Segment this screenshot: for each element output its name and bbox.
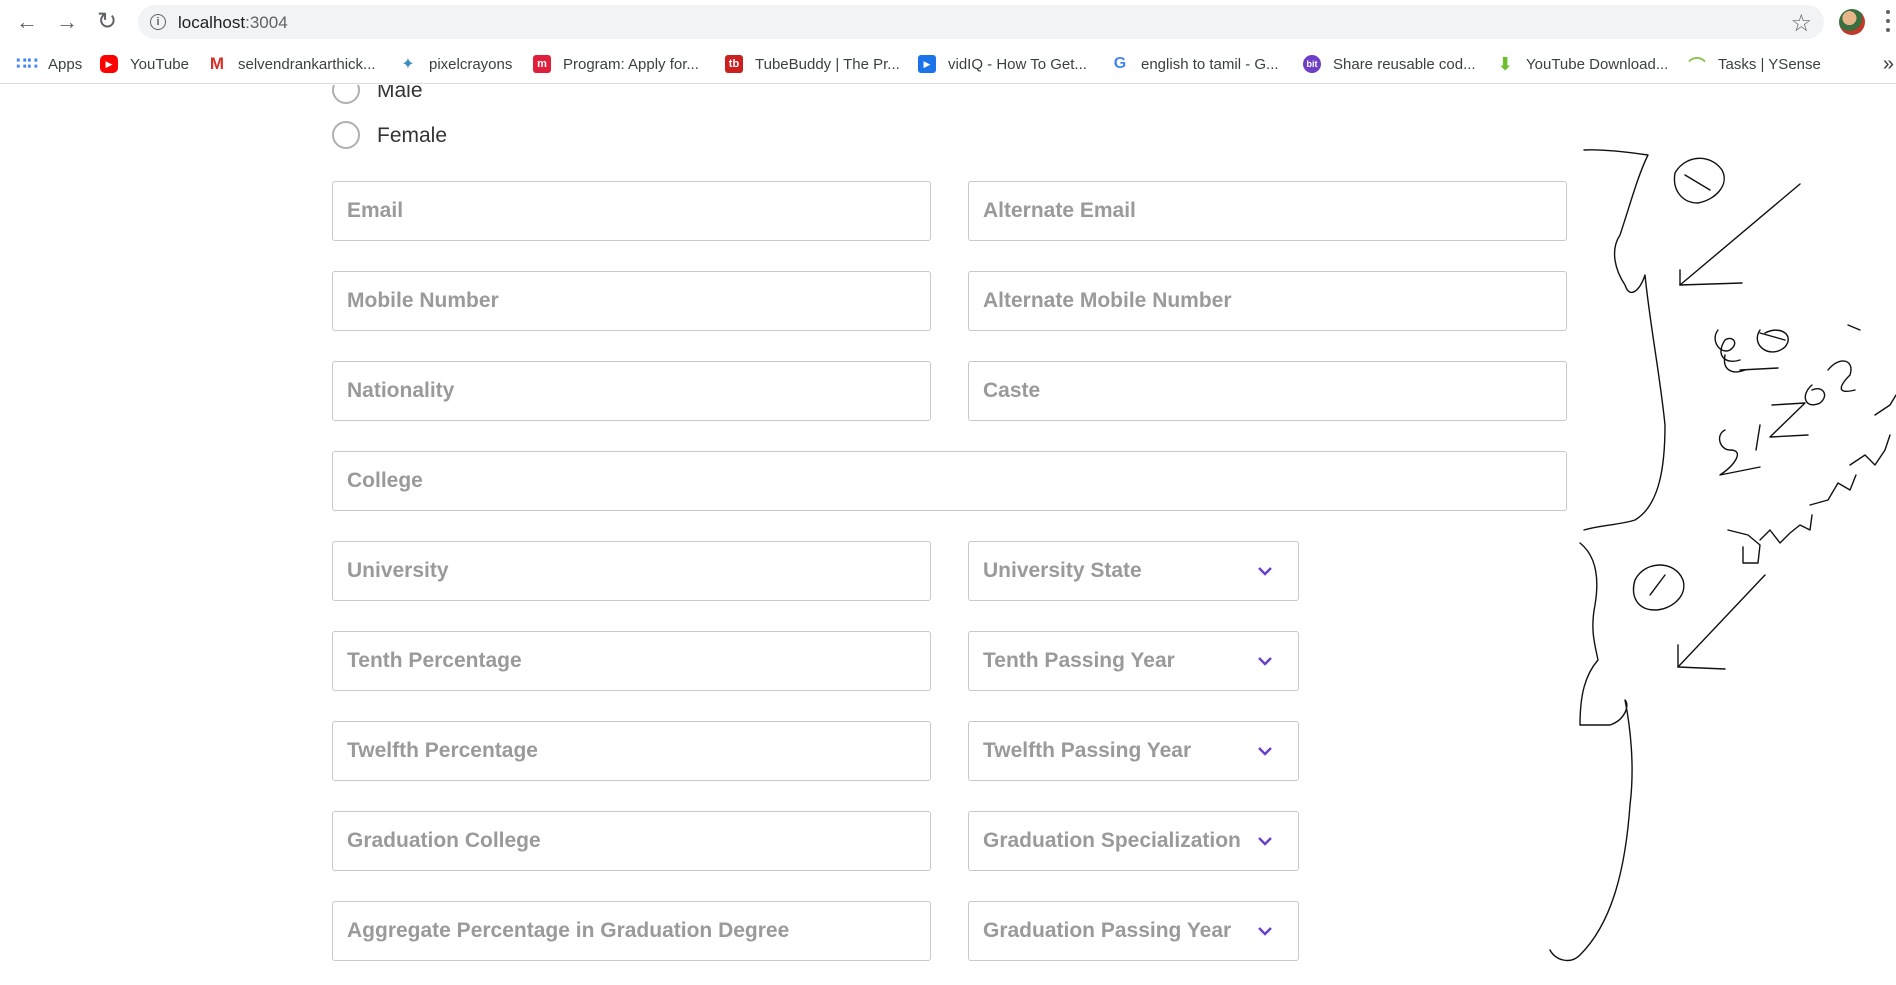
- aggregate-percentage-placeholder: Aggregate Percentage in Graduation Degre…: [347, 919, 790, 942]
- tenth-percentage-placeholder: Tenth Percentage: [347, 649, 522, 672]
- chevron-down-icon: [1258, 747, 1272, 756]
- bookmark-vidiq[interactable]: ▶ vidIQ - How To Get...: [918, 53, 1087, 75]
- forward-arrow-icon[interactable]: →: [53, 8, 81, 36]
- chevron-down-icon: [1258, 837, 1272, 846]
- alternate-mobile-number-field[interactable]: Alternate Mobile Number: [968, 271, 1567, 331]
- reload-icon[interactable]: ↻: [93, 8, 121, 36]
- graduation-college-placeholder: Graduation College: [347, 829, 541, 852]
- download-icon: ⬇: [1497, 53, 1513, 74]
- browser-menu-icon[interactable]: [1885, 10, 1891, 32]
- url-port: :3004: [245, 13, 288, 32]
- bookmarks-bar: ∷∷ Apps ▶ YouTube M selvendrankarthick..…: [0, 44, 1896, 84]
- college-placeholder: College: [347, 469, 423, 492]
- aggregate-percentage-field[interactable]: Aggregate Percentage in Graduation Degre…: [332, 901, 931, 961]
- twelfth-passing-year-select[interactable]: Twelfth Passing Year: [968, 721, 1299, 781]
- tenth-passing-year-placeholder: Tenth Passing Year: [983, 649, 1175, 672]
- youtube-icon: ▶: [100, 55, 118, 73]
- nationality-placeholder: Nationality: [347, 379, 455, 402]
- registration-form: Male Female Email Alternate Email Mobile…: [0, 85, 1896, 985]
- bookmark-youtube-downloader[interactable]: ⬇ YouTube Download...: [1496, 53, 1668, 75]
- bookmark-label: YouTube: [130, 55, 189, 73]
- bookmark-label: Apps: [48, 55, 83, 73]
- bookmark-program-apply[interactable]: m Program: Apply for...: [533, 53, 699, 75]
- bookmark-label: Share reusable cod...: [1333, 55, 1476, 73]
- chevron-down-icon: [1258, 657, 1272, 666]
- bookmark-label: Tasks | YSense: [1718, 55, 1821, 73]
- gmail-icon: M: [209, 54, 225, 73]
- bookmark-label: pixelcrayons: [429, 55, 513, 73]
- url-host: localhost: [178, 13, 246, 32]
- pixelcrayons-icon: ✦: [401, 56, 415, 73]
- nationality-field[interactable]: Nationality: [332, 361, 931, 421]
- gender-female-label: Female: [377, 124, 448, 147]
- bookmark-tubebuddy[interactable]: tb TubeBuddy | The Pr...: [725, 53, 900, 75]
- bookmark-label: TubeBuddy | The Pr...: [755, 55, 900, 73]
- graduation-college-field[interactable]: Graduation College: [332, 811, 931, 871]
- bookmark-star-icon[interactable]: ☆: [1790, 9, 1812, 38]
- chevron-down-icon: [1258, 927, 1272, 936]
- chevron-down-icon: [1258, 567, 1272, 576]
- alternate-email-field[interactable]: Alternate Email: [968, 181, 1567, 241]
- gender-female-radio[interactable]: [332, 121, 360, 149]
- site-info-icon[interactable]: i: [150, 14, 166, 30]
- m-icon: m: [533, 55, 551, 73]
- google-icon: G: [1113, 55, 1127, 72]
- alternate-email-placeholder: Alternate Email: [983, 199, 1136, 222]
- caste-placeholder: Caste: [983, 379, 1041, 402]
- tenth-percentage-field[interactable]: Tenth Percentage: [332, 631, 931, 691]
- bookmark-youtube[interactable]: ▶ YouTube: [100, 53, 189, 75]
- college-field[interactable]: College: [332, 451, 1567, 511]
- apps-grid-icon: ∷∷: [15, 56, 39, 73]
- profile-avatar[interactable]: [1839, 9, 1865, 35]
- more-bookmarks-button[interactable]: »: [1883, 53, 1894, 76]
- graduation-passing-year-placeholder: Graduation Passing Year: [983, 919, 1232, 942]
- graduation-passing-year-select[interactable]: Graduation Passing Year: [968, 901, 1299, 961]
- mobile-number-field[interactable]: Mobile Number: [332, 271, 931, 331]
- gender-male-label: Male: [377, 85, 423, 102]
- bookmark-label: YouTube Download...: [1526, 55, 1669, 73]
- back-arrow-icon[interactable]: ←: [13, 8, 41, 36]
- bookmark-tasks-ysense[interactable]: ⌒ Tasks | YSense: [1688, 53, 1821, 76]
- email-placeholder: Email: [347, 199, 404, 222]
- twelfth-passing-year-placeholder: Twelfth Passing Year: [983, 739, 1192, 762]
- university-state-placeholder: University State: [983, 559, 1142, 582]
- bookmark-english-to-tamil[interactable]: G english to tamil - G...: [1111, 53, 1279, 75]
- university-state-select[interactable]: University State: [968, 541, 1299, 601]
- bookmark-gmail[interactable]: M selvendrankarthick...: [208, 53, 376, 75]
- twelfth-percentage-placeholder: Twelfth Percentage: [347, 739, 538, 762]
- graduation-specialization-select[interactable]: Graduation Specialization: [968, 811, 1299, 871]
- university-placeholder: University: [347, 559, 449, 582]
- address-bar[interactable]: i localhost:3004 ☆: [138, 5, 1824, 39]
- bit-icon: bit: [1303, 55, 1321, 73]
- bookmark-label: english to tamil - G...: [1141, 55, 1279, 73]
- university-field[interactable]: University: [332, 541, 931, 601]
- bookmark-pixelcrayons[interactable]: ✦ pixelcrayons: [399, 53, 512, 75]
- gender-male-radio[interactable]: [332, 85, 360, 104]
- bookmark-apps[interactable]: ∷∷ Apps: [15, 53, 83, 75]
- bookmark-label: vidIQ - How To Get...: [948, 55, 1087, 73]
- twelfth-percentage-field[interactable]: Twelfth Percentage: [332, 721, 931, 781]
- url-text[interactable]: localhost:3004: [178, 13, 288, 33]
- bookmark-share-reusable-code[interactable]: bit Share reusable cod...: [1303, 53, 1476, 75]
- bookmark-label: selvendrankarthick...: [238, 55, 376, 73]
- alternate-mobile-number-placeholder: Alternate Mobile Number: [983, 289, 1232, 312]
- caste-field[interactable]: Caste: [968, 361, 1567, 421]
- browser-toolbar: ← → ↻ i localhost:3004 ☆: [0, 0, 1896, 44]
- mobile-number-placeholder: Mobile Number: [347, 289, 499, 312]
- vidiq-icon: ▶: [918, 55, 936, 73]
- ysense-icon: ⌒: [1688, 56, 1706, 76]
- graduation-specialization-placeholder: Graduation Specialization: [983, 829, 1241, 852]
- tenth-passing-year-select[interactable]: Tenth Passing Year: [968, 631, 1299, 691]
- tubebuddy-icon: tb: [725, 55, 743, 73]
- bookmark-label: Program: Apply for...: [563, 55, 699, 73]
- email-field[interactable]: Email: [332, 181, 931, 241]
